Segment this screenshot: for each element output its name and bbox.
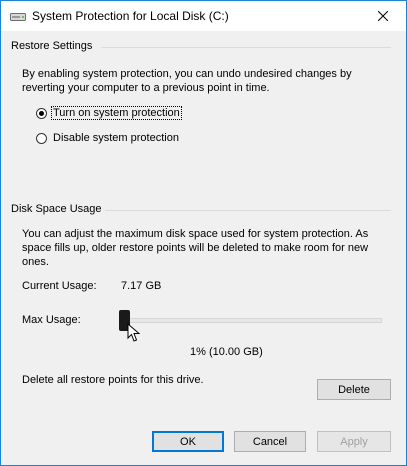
radio-indicator-checked[interactable] (36, 107, 47, 119)
disk-space-description: You can adjust the maximum disk space us… (22, 228, 369, 268)
delete-button-label: Delete (338, 383, 370, 396)
group-divider (105, 210, 391, 211)
max-usage-label: Max Usage: (22, 314, 81, 326)
max-usage-value: 1% (10.00 GB) (190, 346, 263, 358)
delete-button[interactable]: Delete (317, 379, 391, 400)
window-title: System Protection for Local Disk (C:) (32, 9, 229, 23)
cancel-button[interactable]: Cancel (234, 431, 306, 452)
radio-label-disable[interactable]: Disable system protection (52, 132, 180, 144)
apply-button-label: Apply (340, 435, 368, 448)
radio-indicator-unchecked[interactable] (36, 132, 47, 144)
restore-settings-description: By enabling system protection, you can u… (22, 68, 352, 94)
restore-settings-group-label: Restore Settings (11, 40, 93, 52)
delete-description: Delete all restore points for this drive… (22, 374, 204, 386)
cancel-button-label: Cancel (252, 435, 288, 448)
mouse-cursor-icon (127, 323, 141, 342)
current-usage-value: 7.17 GB (121, 280, 162, 292)
disk-space-group-label: Disk Space Usage (11, 203, 102, 215)
current-usage-label: Current Usage: (22, 280, 97, 292)
radio-label-turn-on[interactable]: Turn on system protection (51, 106, 182, 120)
apply-button[interactable]: Apply (317, 431, 391, 452)
system-protection-dialog: System Protection for Local Disk (C:) Re… (0, 0, 407, 466)
max-usage-slider-track[interactable] (120, 318, 382, 323)
close-icon (378, 11, 388, 21)
drive-icon (10, 13, 26, 21)
ok-button[interactable]: OK (152, 431, 224, 452)
radio-disable-protection[interactable]: Disable system protection (36, 130, 180, 146)
radio-turn-on-protection[interactable]: Turn on system protection (36, 105, 182, 121)
ok-button-label: OK (180, 435, 196, 448)
close-button[interactable] (360, 1, 406, 31)
title-bar[interactable]: System Protection for Local Disk (C:) (1, 1, 406, 31)
group-divider (101, 47, 391, 48)
